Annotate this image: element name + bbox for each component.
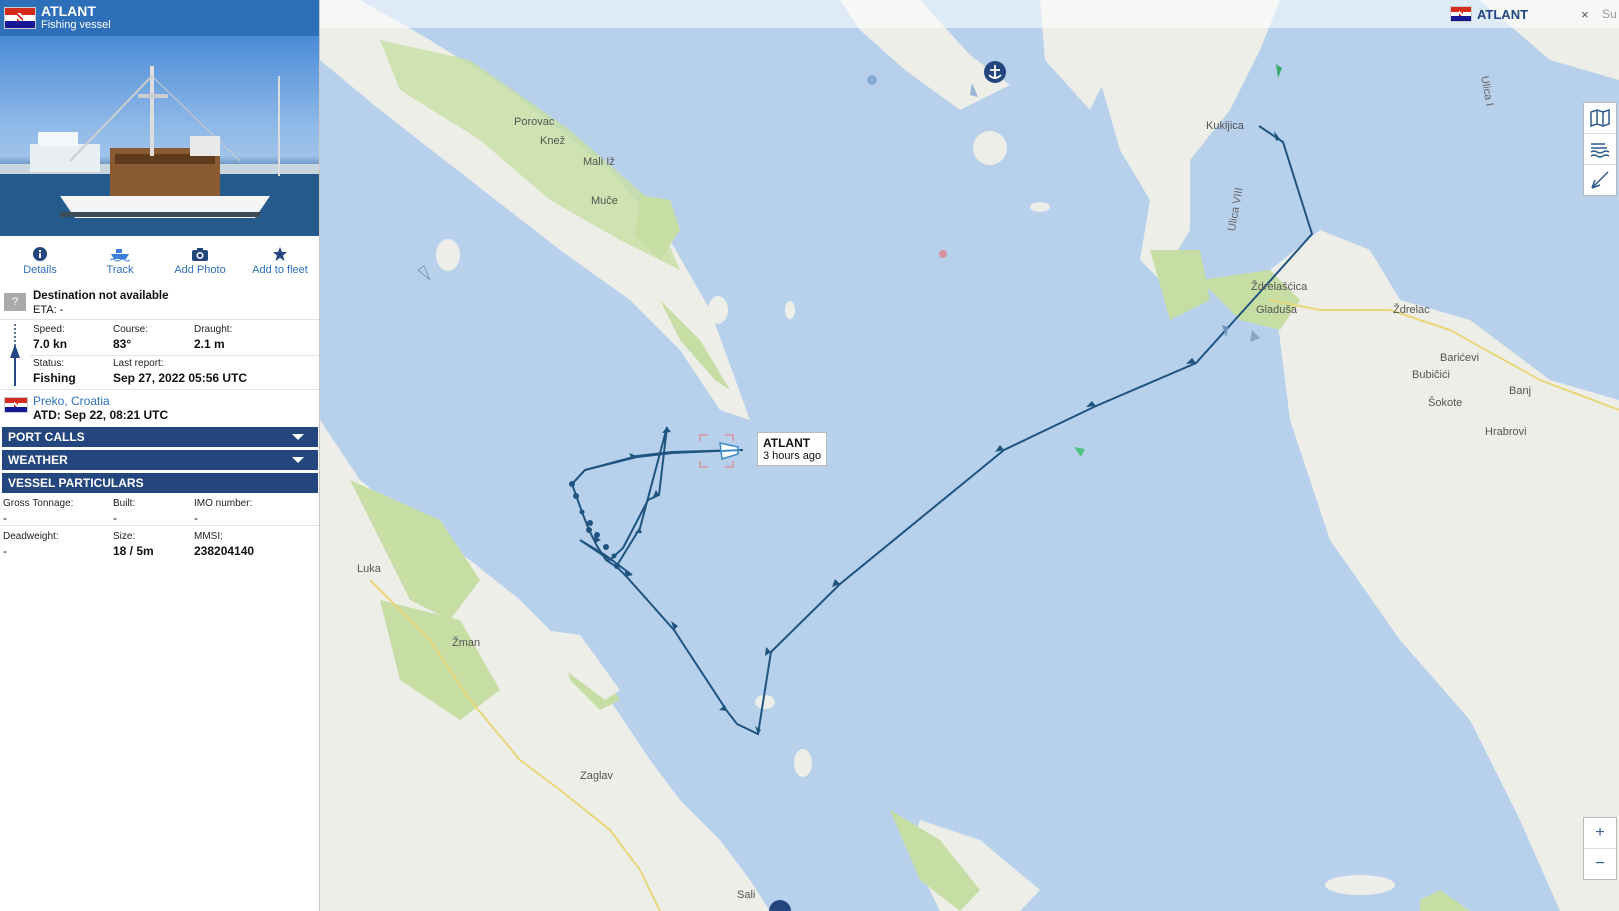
map-layer-controls <box>1583 102 1617 196</box>
weather-label: WEATHER <box>8 453 68 467</box>
vessel-header: ATLANT Fishing vessel <box>0 0 319 36</box>
built-value: - <box>113 511 117 525</box>
particulars-row-1: Gross Tonnage: - Built: - IMO number: - <box>0 494 319 526</box>
place-label: Kukljica <box>1206 120 1244 132</box>
chevron-down-icon <box>292 457 304 463</box>
place-label: Šokote <box>1428 397 1463 409</box>
place-label: Zaglav <box>580 770 614 782</box>
zoom-controls: + − <box>1583 817 1617 880</box>
zoom-in-button[interactable]: + <box>1584 818 1616 849</box>
tab-add-photo[interactable]: Add Photo <box>160 244 240 284</box>
vessel-tooltip[interactable]: ATLANT 3 hours ago <box>757 432 828 466</box>
place-label: Hrabrovi <box>1485 426 1527 438</box>
port-calls-label: PORT CALLS <box>8 430 85 444</box>
port-calls-section[interactable]: PORT CALLS <box>2 427 318 447</box>
tab-add-to-fleet-label: Add to fleet <box>252 264 308 276</box>
ship-icon <box>80 244 160 264</box>
vessel-particulars-label: VESSEL PARTICULARS <box>8 476 144 490</box>
zoom-out-button[interactable]: − <box>1584 849 1616 879</box>
tab-add-photo-label: Add Photo <box>174 264 226 276</box>
tab-track-label: Track <box>106 264 134 276</box>
destination-title: Destination not available <box>33 290 169 302</box>
eta-text: ETA: - <box>33 304 64 316</box>
particulars-row-2: Deadweight: - Size: 18 / 5m MMSI: 238204… <box>0 527 319 561</box>
size-value: 18 / 5m <box>113 544 154 558</box>
gross-tonnage-value: - <box>3 511 7 525</box>
course-label: Course: <box>113 324 149 335</box>
vessel-name: ATLANT <box>41 3 96 19</box>
place-label: Barićevi <box>1440 352 1480 364</box>
atd-text: ATD: Sep 22, 08:21 UTC <box>33 408 169 422</box>
place-label: Ždrelac <box>1393 304 1430 316</box>
place-label: Sali <box>737 889 756 901</box>
measure-tool-icon[interactable] <box>1584 165 1616 195</box>
chevron-down-icon <box>292 434 304 440</box>
map-view[interactable]: ATLANT × Su Porovac Knež Mali Iž Muče Ku… <box>320 0 1619 911</box>
croatia-flag-icon <box>4 397 28 413</box>
departure-port-link[interactable]: Preko, Croatia <box>33 394 110 408</box>
course-arrow-icon <box>8 324 22 386</box>
built-label: Built: <box>113 498 136 509</box>
deadweight-value: - <box>3 544 7 558</box>
vessel-tabs: Details Track Add Photo Add to fleet <box>0 244 319 284</box>
destination-row: ? Destination not available ETA: - <box>0 287 319 320</box>
tab-details[interactable]: Details <box>0 244 80 284</box>
place-label: Luka <box>357 563 381 575</box>
place-label: Muče <box>591 195 618 207</box>
tab-add-to-fleet[interactable]: Add to fleet <box>240 244 319 284</box>
weather-layer-icon[interactable] <box>1584 134 1616 165</box>
voyage-info: Speed: 7.0 kn Course: 83° Draught: 2.1 m… <box>0 320 319 390</box>
speed-label: Speed: <box>33 324 65 335</box>
last-report-value: Sep 27, 2022 05:56 UTC <box>113 371 248 385</box>
place-label: Mali Iž <box>583 156 615 168</box>
status-label: Status: <box>33 358 65 369</box>
last-report-label: Last report: <box>113 358 164 369</box>
deadweight-label: Deadweight: <box>3 531 59 542</box>
place-label: Knež <box>540 135 566 147</box>
place-label: Žman <box>452 637 481 649</box>
place-label: Gladuša <box>1256 304 1297 316</box>
croatia-flag-icon <box>4 7 36 29</box>
draught-value: 2.1 m <box>194 337 225 351</box>
tab-track[interactable]: Track <box>80 244 160 284</box>
speed-value: 7.0 kn <box>33 337 68 351</box>
vessel-particulars-section[interactable]: VESSEL PARTICULARS <box>2 473 318 493</box>
gross-tonnage-label: Gross Tonnage: <box>3 498 74 509</box>
mmsi-label: MMSI: <box>194 531 223 542</box>
vessel-track <box>417 61 1314 911</box>
star-icon <box>240 244 319 264</box>
course-value: 83° <box>113 337 132 351</box>
size-label: Size: <box>113 531 136 542</box>
tooltip-last-seen: 3 hours ago <box>763 450 822 462</box>
imo-label: IMO number: <box>194 498 253 509</box>
weather-section[interactable]: WEATHER <box>2 450 318 470</box>
imo-value: - <box>194 511 198 525</box>
divider <box>30 355 319 356</box>
vessel-type: Fishing vessel <box>41 19 111 31</box>
departure-row: Preko, Croatia ATD: Sep 22, 08:21 UTC <box>0 391 319 425</box>
info-icon <box>0 244 80 264</box>
camera-icon <box>160 244 240 264</box>
map-icon[interactable] <box>1584 103 1616 134</box>
place-label: Banj <box>1509 385 1532 397</box>
mmsi-value: 238204140 <box>194 544 255 558</box>
tooltip-vessel-name: ATLANT <box>763 436 811 450</box>
place-label: Bubičići <box>1412 369 1450 381</box>
tab-details-label: Details <box>23 264 57 276</box>
unknown-destination-icon: ? <box>4 293 26 311</box>
place-label: Porovac <box>514 116 555 128</box>
status-value: Fishing <box>33 371 76 385</box>
vessel-photo[interactable] <box>0 36 319 236</box>
vessel-info-panel: ATLANT Fishing vessel Details Track Add … <box>0 0 320 911</box>
place-label: Ždrelašćica <box>1251 281 1308 293</box>
draught-label: Draught: <box>194 324 233 335</box>
